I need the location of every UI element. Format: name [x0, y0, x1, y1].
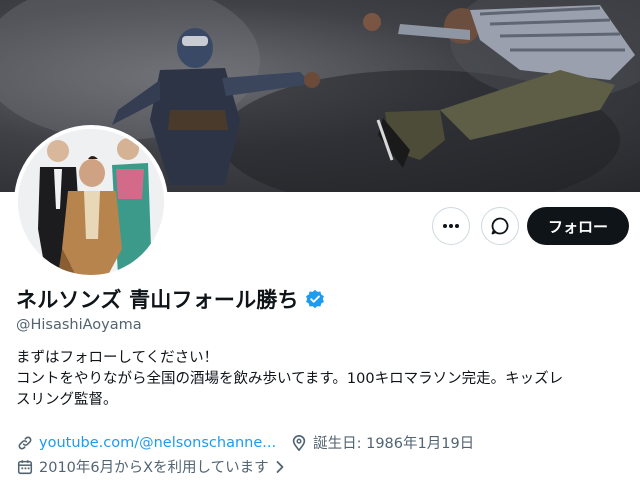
follow-button[interactable]: フォロー [527, 207, 629, 245]
message-button[interactable] [481, 207, 519, 245]
profile-meta-row: 2010年6月からXを利用しています [16, 456, 301, 477]
more-icon [443, 224, 459, 228]
bio: まずはフォローしてください！ コントをやりながら全国の酒場を飲み歩いてます。10… [16, 348, 626, 411]
bio-line: まずはフォローしてください！ [16, 350, 219, 366]
location-pin-icon [292, 434, 306, 451]
profile-meta-row: youtube.com/@nelsonschanne... 誕生日: 1986年… [16, 432, 488, 453]
joined-item[interactable]: 2010年6月からXを利用しています [16, 456, 287, 477]
joined-text: 2010年6月からXを利用しています [39, 460, 269, 476]
website-item[interactable]: youtube.com/@nelsonschanne... [16, 434, 276, 452]
bio-line: コントをやりながら全国の酒場を飲み歩いてます。100キロマラソン完走。キッズレ [16, 371, 564, 387]
name-row: ネルソンズ 青山フォール勝ち [16, 284, 325, 314]
birthday-item: 誕生日: 1986年1月19日 [290, 432, 474, 453]
verified-badge-icon[interactable] [305, 289, 325, 309]
bio-line: スリング監督。 [16, 392, 118, 408]
profile-avatar[interactable] [14, 125, 168, 279]
chevron-right-icon [276, 460, 284, 473]
more-button[interactable] [432, 207, 470, 245]
message-icon [491, 217, 509, 235]
handle: @HisashiAoyama [16, 317, 142, 333]
display-name: ネルソンズ 青山フォール勝ち [16, 288, 299, 312]
website-link[interactable]: youtube.com/@nelsonschanne... [39, 435, 276, 451]
link-icon [18, 436, 32, 449]
avatar-image [18, 129, 164, 275]
birthday-text: 誕生日: 1986年1月19日 [313, 436, 475, 452]
calendar-icon [17, 459, 33, 474]
